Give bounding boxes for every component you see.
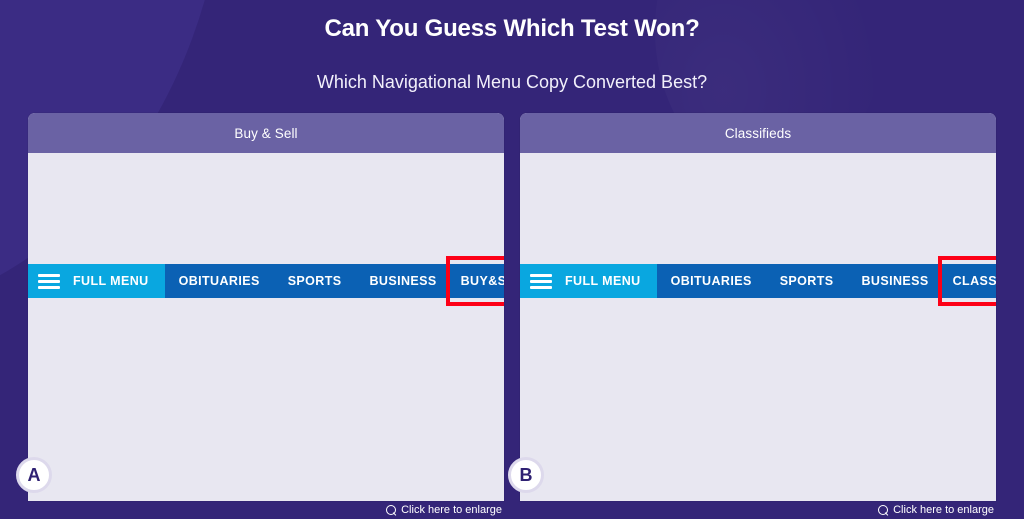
search-icon	[878, 504, 889, 516]
variant-a-highlight-wrap: BUY&SELL	[445, 256, 504, 306]
search-icon	[386, 504, 397, 516]
variant-a-enlarge-label: Click here to enlarge	[401, 504, 502, 516]
variant-b-nav-links: OBITUARIES SPORTS BUSINESS CLASSIFIEDS	[657, 256, 996, 306]
variant-b-full-menu-button[interactable]: FULL MENU	[520, 264, 657, 298]
page-subtitle: Which Navigational Menu Copy Converted B…	[316, 72, 708, 92]
variant-a-enlarge-link[interactable]: Click here to enlarge	[28, 501, 504, 519]
enlarge-links-row: Click here to enlarge Click here to enla…	[28, 501, 996, 519]
variant-a-full-menu-label: FULL MENU	[73, 274, 149, 288]
variant-a-nav-link-obituaries[interactable]: OBITUARIES	[165, 264, 274, 298]
variant-card-a[interactable]: Buy & Sell FULL MENU OBITUARIES SPORTS B…	[16, 113, 504, 501]
variant-a-nav-link-business[interactable]: BUSINESS	[356, 264, 451, 298]
variant-b-nav-link-business[interactable]: BUSINESS	[848, 264, 943, 298]
hamburger-icon[interactable]	[38, 273, 60, 289]
variant-b-full-menu-label: FULL MENU	[565, 274, 641, 288]
variant-b-header: Classifieds	[520, 113, 996, 153]
variant-a-site-nav: FULL MENU OBITUARIES SPORTS BUSINESS BUY…	[28, 256, 504, 306]
variant-b-enlarge-label: Click here to enlarge	[893, 504, 994, 516]
variant-b-header-label: Classifieds	[724, 125, 792, 141]
variant-b-nav-link-highlighted[interactable]: CLASSIFIEDS	[943, 264, 996, 298]
variant-a-nav-links: OBITUARIES SPORTS BUSINESS BUY&SELL	[165, 256, 504, 306]
variant-a-nav-link-highlighted[interactable]: BUY&SELL	[451, 264, 504, 298]
variant-a-screenshot[interactable]: FULL MENU OBITUARIES SPORTS BUSINESS BUY…	[28, 153, 504, 501]
variant-a-header-label: Buy & Sell	[234, 125, 298, 141]
variant-b-enlarge-link[interactable]: Click here to enlarge	[520, 501, 996, 519]
variant-b-nav-link-obituaries[interactable]: OBITUARIES	[657, 264, 766, 298]
hamburger-icon[interactable]	[530, 273, 552, 289]
variant-card-b[interactable]: Classifieds FULL MENU OBITUARIES SPORTS …	[508, 113, 996, 501]
variant-b-highlight-wrap: CLASSIFIEDS	[937, 256, 996, 306]
variant-b-screenshot[interactable]: FULL MENU OBITUARIES SPORTS BUSINESS CLA…	[520, 153, 996, 501]
page-title: Can You Guess Which Test Won?	[324, 15, 700, 42]
variant-a-full-menu-button[interactable]: FULL MENU	[28, 264, 165, 298]
variant-a-nav-link-sports[interactable]: SPORTS	[274, 264, 356, 298]
variant-b-badge: B	[508, 457, 544, 493]
variant-a-header: Buy & Sell	[28, 113, 504, 153]
variant-a-badge-label: A	[27, 464, 41, 485]
variant-a-badge: A	[16, 457, 52, 493]
variant-comparison: Buy & Sell FULL MENU OBITUARIES SPORTS B…	[16, 113, 996, 501]
variant-b-site-nav: FULL MENU OBITUARIES SPORTS BUSINESS CLA…	[520, 256, 996, 306]
variant-b-nav-link-sports[interactable]: SPORTS	[766, 264, 848, 298]
variant-b-badge-label: B	[519, 464, 533, 485]
page-header: Can You Guess Which Test Won? Which Navi…	[0, 0, 1024, 94]
